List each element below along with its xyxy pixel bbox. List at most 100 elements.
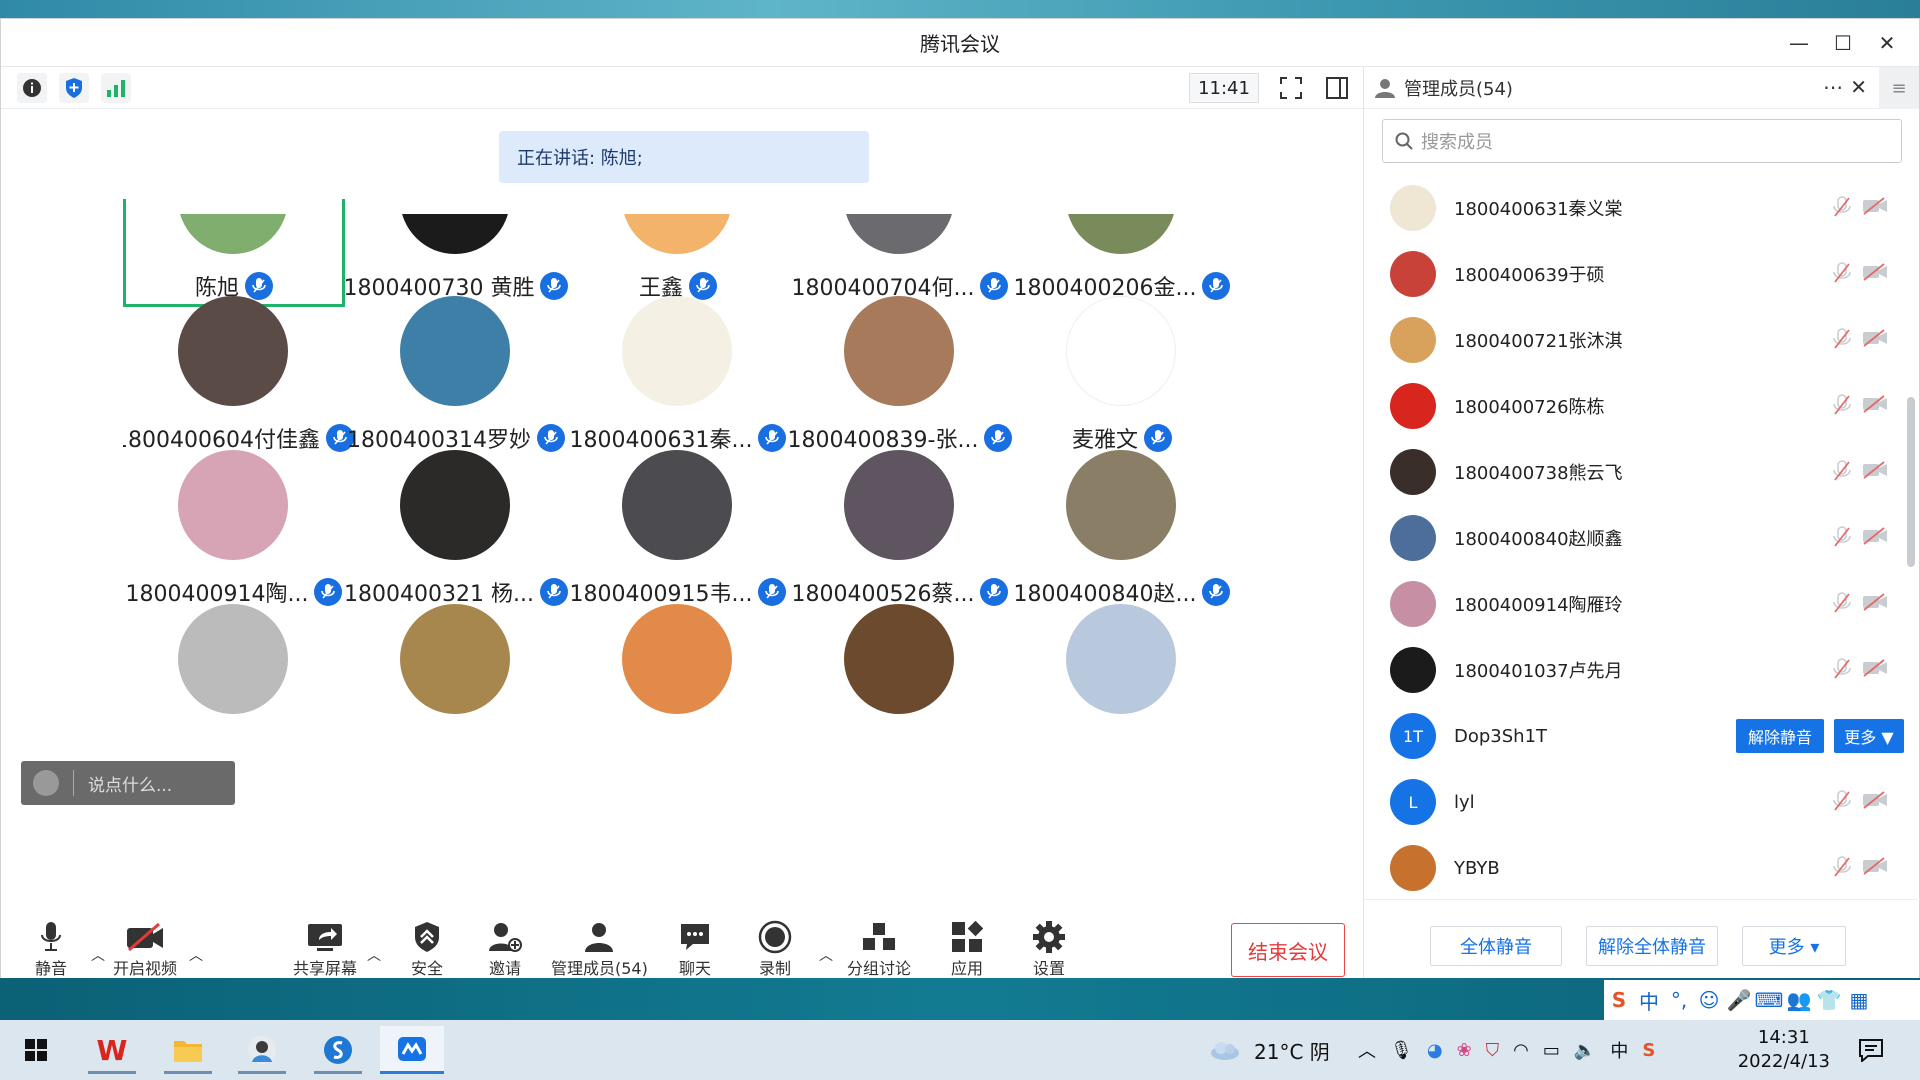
unmute-member-button[interactable]: 解除静音 xyxy=(1736,719,1824,753)
tray-sogou-icon[interactable]: S xyxy=(1642,1040,1655,1061)
participant-tile[interactable] xyxy=(123,604,345,781)
apps-button[interactable]: 应用 xyxy=(947,919,987,979)
mic-muted-icon[interactable] xyxy=(1832,658,1852,684)
participant-tile[interactable]: 1800400840赵... xyxy=(1011,450,1233,630)
mute-button[interactable]: 静音 xyxy=(31,919,71,979)
mute-options-caret[interactable]: ︿ xyxy=(91,945,105,965)
ime-skin-icon[interactable]: 👕 xyxy=(1814,988,1844,1012)
member-row[interactable]: 1800400914陶雁玲 xyxy=(1364,571,1904,637)
member-row[interactable]: 1800400631秦义棠 xyxy=(1364,175,1904,241)
ime-menu-icon[interactable]: ▦ xyxy=(1844,988,1874,1012)
share-options-caret[interactable]: ︿ xyxy=(367,945,381,965)
member-row[interactable]: YBYB xyxy=(1364,835,1904,899)
mic-muted-icon[interactable] xyxy=(1832,394,1852,420)
mic-muted-icon[interactable] xyxy=(1832,790,1852,816)
participant-tile[interactable]: 1800400526蔡... xyxy=(789,450,1011,630)
camera-off-icon[interactable] xyxy=(1862,197,1888,219)
member-row[interactable]: 1800400639于硕 xyxy=(1364,241,1904,307)
member-more-button[interactable]: 更多 ▼ xyxy=(1834,719,1904,753)
chevron-up-icon[interactable]: ︿ xyxy=(1358,1037,1376,1063)
participant-tile[interactable] xyxy=(1011,604,1233,781)
member-row[interactable]: 1800400738熊云飞 xyxy=(1364,439,1904,505)
sogou-browser-icon[interactable] xyxy=(306,1026,370,1074)
member-search-input[interactable]: 搜索成员 xyxy=(1382,119,1902,163)
avatar-app-icon[interactable] xyxy=(230,1026,294,1074)
start-windows-icon[interactable] xyxy=(4,1026,68,1074)
ime-keyboard-icon[interactable]: ⌨ xyxy=(1754,988,1784,1012)
mic-muted-icon[interactable] xyxy=(1832,526,1852,552)
participant-tile[interactable]: 1800400321 杨... xyxy=(344,450,568,630)
camera-off-icon[interactable] xyxy=(1862,527,1888,549)
security-button[interactable]: 安全 xyxy=(407,919,447,979)
maximize-button[interactable]: ☐ xyxy=(1821,19,1865,67)
battery-icon[interactable]: ▭ xyxy=(1543,1040,1560,1061)
video-options-caret[interactable]: ︿ xyxy=(189,945,203,965)
panel-menu-icon[interactable]: ≡ xyxy=(1879,67,1919,109)
camera-off-icon[interactable] xyxy=(1862,857,1888,879)
close-button[interactable]: ✕ xyxy=(1865,19,1909,67)
video-button[interactable]: 开启视频 xyxy=(113,919,177,979)
close-panel-icon[interactable]: ✕ xyxy=(1850,75,1867,99)
participant-tile[interactable]: 1800400604付佳鑫 xyxy=(123,296,354,476)
mic-muted-icon[interactable] xyxy=(1832,196,1852,222)
mute-all-button[interactable]: 全体静音 xyxy=(1430,926,1562,966)
tray-app-icon-2[interactable]: ❀ xyxy=(1457,1040,1472,1061)
member-row[interactable]: 1T Dop3Sh1T 解除静音 更多 ▼ xyxy=(1364,703,1904,769)
mic-muted-icon[interactable] xyxy=(1832,592,1852,618)
participant-tile[interactable]: 1800400314罗妙 xyxy=(345,296,567,476)
sogou-icon[interactable]: S xyxy=(1604,988,1634,1012)
ime-lang-icon[interactable]: 中 xyxy=(1634,986,1664,1015)
tray-security-icon[interactable]: ⛉ xyxy=(1486,1040,1500,1061)
wps-office-icon[interactable]: W xyxy=(80,1026,144,1074)
layout-toggle-icon[interactable] xyxy=(1323,75,1351,101)
member-row[interactable]: 1800400721张沐淇 xyxy=(1364,307,1904,373)
more-options-icon[interactable]: ⋯ xyxy=(1823,75,1843,99)
ime-emoji-icon[interactable]: ☺ xyxy=(1694,988,1724,1012)
mic-muted-icon[interactable] xyxy=(1832,460,1852,486)
taskbar-clock[interactable]: 14:31 2022/4/13 xyxy=(1738,1026,1830,1074)
file-explorer-icon[interactable] xyxy=(156,1026,220,1074)
mic-muted-icon[interactable] xyxy=(1832,262,1852,288)
tray-mic-icon[interactable]: 🎙 xyxy=(1390,1040,1413,1061)
share-screen-button[interactable]: 共享屏幕 xyxy=(293,919,357,979)
mic-muted-icon[interactable] xyxy=(1832,856,1852,882)
shield-icon[interactable] xyxy=(59,72,89,103)
emoji-icon[interactable] xyxy=(33,770,59,796)
participant-tile[interactable]: 1800400915韦... xyxy=(567,450,789,630)
ime-voice-icon[interactable]: 🎤 xyxy=(1724,988,1754,1012)
weather-widget[interactable]: 21°C 阴 xyxy=(1208,1020,1330,1080)
camera-off-icon[interactable] xyxy=(1862,593,1888,615)
camera-off-icon[interactable] xyxy=(1862,791,1888,813)
participant-tile[interactable]: 麦雅文 xyxy=(1011,296,1233,476)
camera-off-icon[interactable] xyxy=(1862,329,1888,351)
end-meeting-button[interactable]: 结束会议 xyxy=(1231,923,1345,977)
record-options-caret[interactable]: ︿ xyxy=(819,945,833,965)
camera-off-icon[interactable] xyxy=(1862,395,1888,417)
manage-members-button[interactable]: 管理成员(54) xyxy=(551,919,648,979)
record-button[interactable]: 录制 xyxy=(755,919,795,979)
participant-tile[interactable] xyxy=(345,604,567,781)
member-row[interactable]: Llyl xyxy=(1364,769,1904,835)
participant-tile[interactable] xyxy=(789,604,1011,781)
quick-chat-input[interactable]: 说点什么... xyxy=(21,761,235,805)
camera-off-icon[interactable] xyxy=(1862,461,1888,483)
fullscreen-icon[interactable] xyxy=(1277,75,1305,101)
signal-icon[interactable] xyxy=(101,72,131,103)
ime-punct-icon[interactable]: °, xyxy=(1664,988,1694,1012)
participant-tile[interactable]: 1800400839-张... xyxy=(788,296,1013,476)
volume-icon[interactable]: 🔈 xyxy=(1574,1040,1596,1061)
info-icon[interactable] xyxy=(17,72,47,103)
participant-tile[interactable]: 1800400631秦... xyxy=(567,296,789,476)
tencent-meeting-taskbar-icon[interactable] xyxy=(380,1026,444,1074)
chat-button[interactable]: 聊天 xyxy=(675,919,715,979)
participant-tile[interactable] xyxy=(567,604,789,781)
notification-icon[interactable] xyxy=(1858,1020,1884,1080)
member-list-scrollbar[interactable] xyxy=(1907,397,1915,567)
breakout-rooms-button[interactable]: 分组讨论 xyxy=(847,919,911,979)
ime-indicator-icon[interactable]: 中 xyxy=(1610,1037,1628,1063)
ime-user-icon[interactable]: 👥 xyxy=(1784,988,1814,1012)
wifi-icon[interactable]: ◠ xyxy=(1513,1040,1529,1061)
mic-muted-icon[interactable] xyxy=(1832,328,1852,354)
member-row[interactable]: 1800400840赵顺鑫 xyxy=(1364,505,1904,571)
minimize-button[interactable]: — xyxy=(1777,19,1821,67)
